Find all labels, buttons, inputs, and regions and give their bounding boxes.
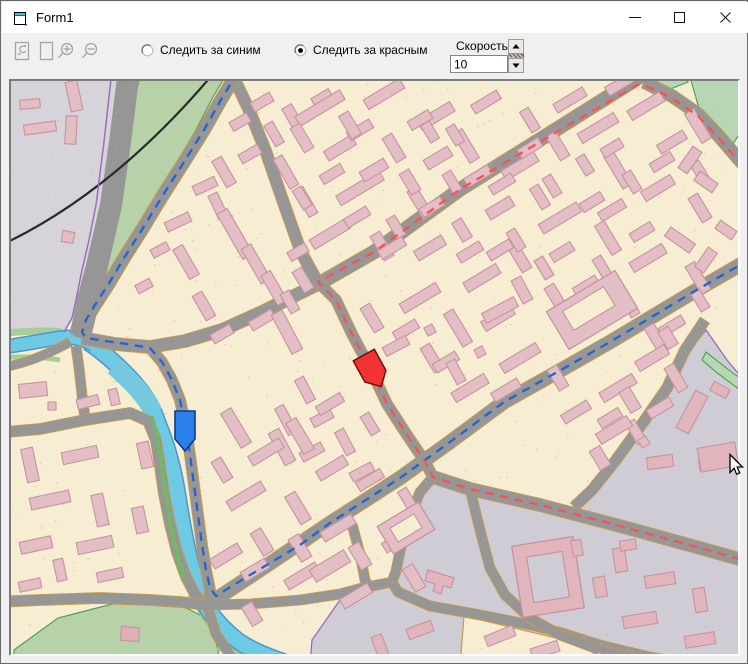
svg-text:Следить за красным: Следить за красным — [313, 43, 427, 57]
svg-text:Скорость: Скорость — [456, 39, 508, 53]
svg-text:10: 10 — [454, 58, 468, 72]
svg-text:Form1: Form1 — [36, 10, 74, 25]
svg-text:Следить за синим: Следить за синим — [160, 43, 261, 57]
